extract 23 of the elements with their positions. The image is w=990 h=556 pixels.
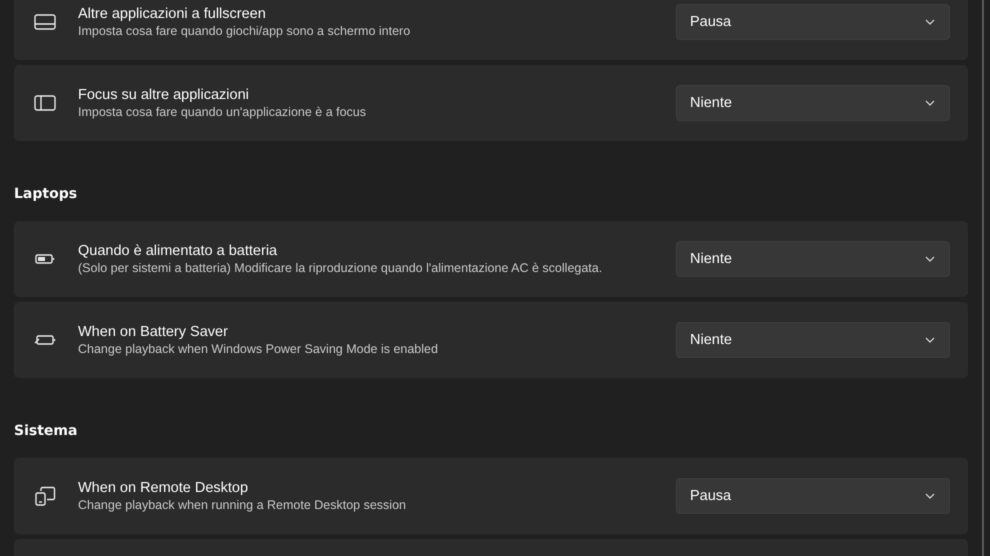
option-dropdown[interactable]: Pausa <box>676 478 950 514</box>
option-dropdown[interactable]: Niente <box>676 85 950 121</box>
setting-title: Quando è alimentato a batteria <box>78 243 278 259</box>
setting-description: Change playback when Windows Power Saving Mode is enabled <box>78 342 439 356</box>
setting-description: Change playback when running a Remote Desktop session <box>78 498 407 512</box>
chevron-down-icon <box>925 256 935 262</box>
option-dropdown[interactable]: Niente <box>676 322 950 358</box>
setting-description: Imposta cosa fare quando un'applicazione è a focus <box>78 105 367 119</box>
setting-title: When on Battery Saver <box>78 324 229 340</box>
option-dropdown[interactable]: Pausa <box>676 4 950 40</box>
setting-description: Imposta cosa fare quando giochi/app sono a schermo intero <box>78 24 412 38</box>
section-heading: Sistema <box>14 422 78 441</box>
setting-title: When on Remote Desktop <box>78 480 250 496</box>
section-heading: Laptops <box>14 185 78 204</box>
chevron-down-icon <box>925 100 935 106</box>
setting-title: Focus su altre applicazioni <box>78 87 250 103</box>
remote-desktop-icon <box>34 485 56 507</box>
setting-description: (Solo per sistemi a batteria) Modificare la riproduzione quando l'alimentazione AC è scollegata. <box>78 261 604 275</box>
setting-title: Altre applicazioni a fullscreen <box>78 6 267 22</box>
chevron-down-icon <box>925 19 935 25</box>
chevron-down-icon <box>925 493 935 499</box>
option-dropdown[interactable]: Niente <box>676 241 950 277</box>
chevron-down-icon <box>925 337 935 343</box>
